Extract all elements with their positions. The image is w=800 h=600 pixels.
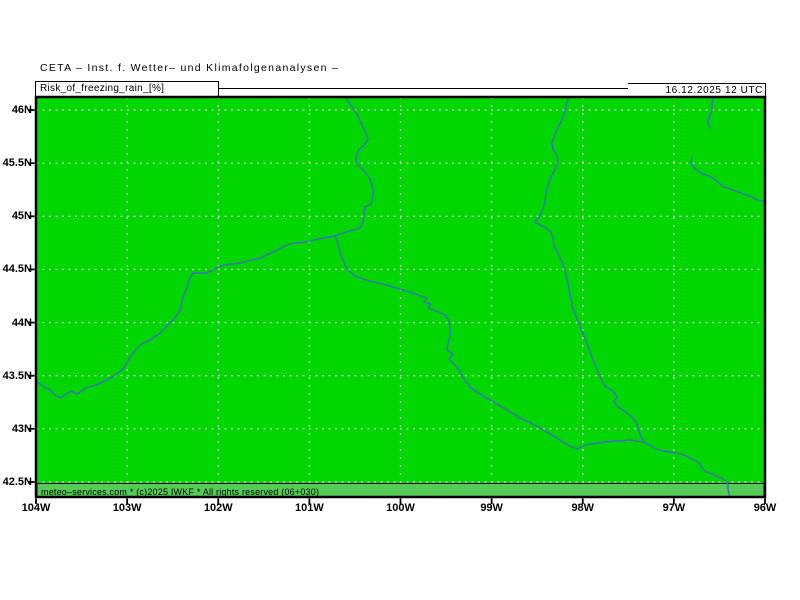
weather-map-page: { "header": { "title": "CETA – Inst. f. …: [0, 0, 800, 600]
copyright-text: meteo–services.com * (c)2025 IWKF * All …: [41, 486, 319, 498]
map-canvas: [0, 0, 800, 600]
